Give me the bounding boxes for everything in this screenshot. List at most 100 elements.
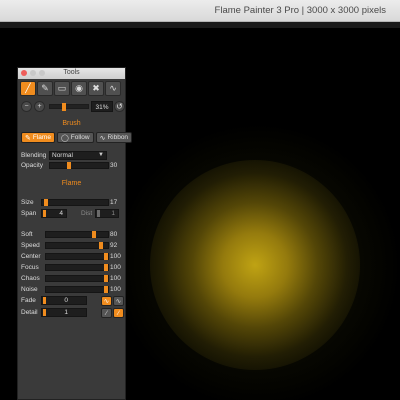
- tools-panel-titlebar[interactable]: Tools: [18, 68, 125, 79]
- app-window: Flame Painter 3 Pro | 3000 x 3000 pixels…: [0, 0, 400, 400]
- transform-tool-button[interactable]: ✖: [88, 81, 104, 96]
- speed-row: Speed 92: [21, 241, 124, 250]
- span-value: 4: [59, 210, 63, 217]
- brush-section-title: Brush: [62, 120, 81, 127]
- chaos-row: Chaos 100: [21, 274, 124, 283]
- size-value: 17: [110, 199, 118, 206]
- size-slider[interactable]: [41, 199, 109, 206]
- soft-row: Soft 80: [21, 230, 124, 239]
- opacity-value: 30: [110, 162, 118, 169]
- zoom-slider-knob[interactable]: [61, 103, 66, 111]
- brush-mode-row: ✎ Flame ◯ Follow ∿ Ribbon: [21, 132, 133, 143]
- blending-row: Blending Normal ▼: [21, 151, 124, 160]
- dist-field[interactable]: 1: [95, 209, 119, 218]
- zoom-out-icon[interactable]: −: [21, 101, 32, 112]
- detail-mode-a-icon: ∕: [105, 309, 108, 317]
- dist-label: Dist: [81, 210, 93, 217]
- flame-brush-tool-icon: ╱: [25, 83, 31, 93]
- fade-mode-a-button[interactable]: ∿: [101, 296, 112, 306]
- fade-label: Fade: [21, 297, 36, 304]
- flame-brush-tool-button[interactable]: ╱: [20, 81, 36, 96]
- follow-mode-label: Follow: [70, 134, 90, 141]
- focus-slider[interactable]: [45, 264, 109, 271]
- span-field[interactable]: 4: [41, 209, 67, 218]
- fade-row: Fade 0 ∿ ∿: [21, 296, 124, 306]
- speed-slider-knob[interactable]: [99, 242, 104, 249]
- tools-panel: Tools ╱✎▭◉✖∿ − + 31% ↺ ↻ Brush ✎Flame ◯F…: [17, 67, 133, 400]
- span-label: Span: [21, 210, 37, 217]
- noise-slider-knob[interactable]: [104, 286, 108, 293]
- blending-value: Normal: [52, 152, 73, 159]
- span-field-knob: [43, 210, 46, 217]
- color-drop-tool-icon: ◉: [75, 83, 83, 93]
- detail-value: 1: [64, 309, 68, 316]
- zoom-slider[interactable]: [49, 103, 89, 111]
- fade-mode-a-icon: ∿: [103, 298, 110, 305]
- zoom-value[interactable]: 31%: [91, 101, 113, 112]
- wave-tool-button[interactable]: ∿: [105, 81, 121, 96]
- eraser-tool-icon: ▭: [57, 83, 67, 93]
- flame-mode-icon: ✎: [25, 134, 31, 142]
- chaos-slider[interactable]: [45, 275, 109, 282]
- flame-section-title: Flame: [61, 180, 82, 187]
- speed-value: 92: [110, 242, 118, 249]
- opacity-slider[interactable]: [49, 162, 109, 169]
- soft-slider-knob[interactable]: [91, 231, 96, 238]
- color-drop-tool-button[interactable]: ◉: [71, 81, 87, 96]
- detail-mode-a-button[interactable]: ∕: [101, 308, 112, 318]
- focus-slider-knob[interactable]: [104, 264, 108, 271]
- opacity-row: Opacity 30: [21, 161, 124, 170]
- center-label: Center: [21, 253, 41, 260]
- tool-buttons-row: ╱ ✎ ▭ ◉ ✖ ∿: [20, 81, 121, 96]
- noise-value: 100: [110, 286, 121, 293]
- detail-label: Detail: [21, 309, 38, 316]
- size-row: Size 17: [21, 198, 124, 207]
- noise-label: Noise: [21, 286, 38, 293]
- center-slider[interactable]: [45, 253, 109, 260]
- dist-field-knob: [97, 210, 100, 217]
- detail-mode-b-button[interactable]: ∕: [113, 308, 124, 318]
- fade-field[interactable]: 0: [41, 296, 87, 305]
- speed-slider[interactable]: [45, 242, 109, 249]
- chaos-slider-knob[interactable]: [104, 275, 108, 282]
- blending-label: Blending: [21, 152, 47, 159]
- blending-select[interactable]: Normal ▼: [49, 151, 107, 160]
- opacity-label: Opacity: [21, 162, 44, 169]
- brush-mode-ribbon-button[interactable]: ∿ Ribbon: [95, 132, 133, 143]
- ribbon-mode-icon: ∿: [99, 134, 106, 142]
- pen-tool-icon: ✎: [41, 83, 49, 93]
- center-slider-knob[interactable]: [104, 253, 108, 260]
- fade-field-knob: [43, 297, 46, 304]
- fade-mode-b-button[interactable]: ∿: [113, 296, 124, 306]
- focus-row: Focus 100: [21, 263, 124, 272]
- soft-slider[interactable]: [45, 231, 109, 238]
- tools-panel-title: Tools: [63, 69, 80, 76]
- soft-label: Soft: [21, 231, 33, 238]
- brush-mode-follow-button[interactable]: ◯ Follow: [56, 132, 94, 143]
- opacity-slider-knob[interactable]: [66, 162, 71, 169]
- focus-label: Focus: [21, 264, 39, 271]
- noise-row: Noise 100: [21, 285, 124, 294]
- rotate-left-icon[interactable]: ↺: [114, 101, 125, 112]
- detail-mode-b-icon: ∕: [117, 309, 120, 317]
- zoom-in-icon[interactable]: +: [34, 101, 45, 112]
- transform-tool-icon: ✖: [92, 83, 100, 93]
- dist-value: 1: [111, 210, 115, 217]
- detail-row: Detail 1 ∕ ∕: [21, 308, 124, 318]
- size-slider-knob[interactable]: [43, 199, 48, 206]
- chaos-label: Chaos: [21, 275, 40, 282]
- window-titlebar: Flame Painter 3 Pro | 3000 x 3000 pixels: [0, 0, 400, 22]
- span-dist-row: Span 4 Dist 1: [21, 209, 124, 218]
- flame-mode-label: Flame: [32, 134, 51, 141]
- chaos-value: 100: [110, 275, 121, 282]
- brush-mode-flame-button[interactable]: ✎ Flame: [21, 132, 55, 143]
- noise-slider[interactable]: [45, 286, 109, 293]
- zoom-controls: − + 31% ↺ ↻: [21, 101, 125, 113]
- pen-tool-button[interactable]: ✎: [37, 81, 53, 96]
- fade-value: 0: [64, 297, 68, 304]
- detail-field[interactable]: 1: [41, 308, 87, 317]
- size-label: Size: [21, 199, 34, 206]
- eraser-tool-button[interactable]: ▭: [54, 81, 70, 96]
- center-value: 100: [110, 253, 121, 260]
- center-row: Center 100: [21, 252, 124, 261]
